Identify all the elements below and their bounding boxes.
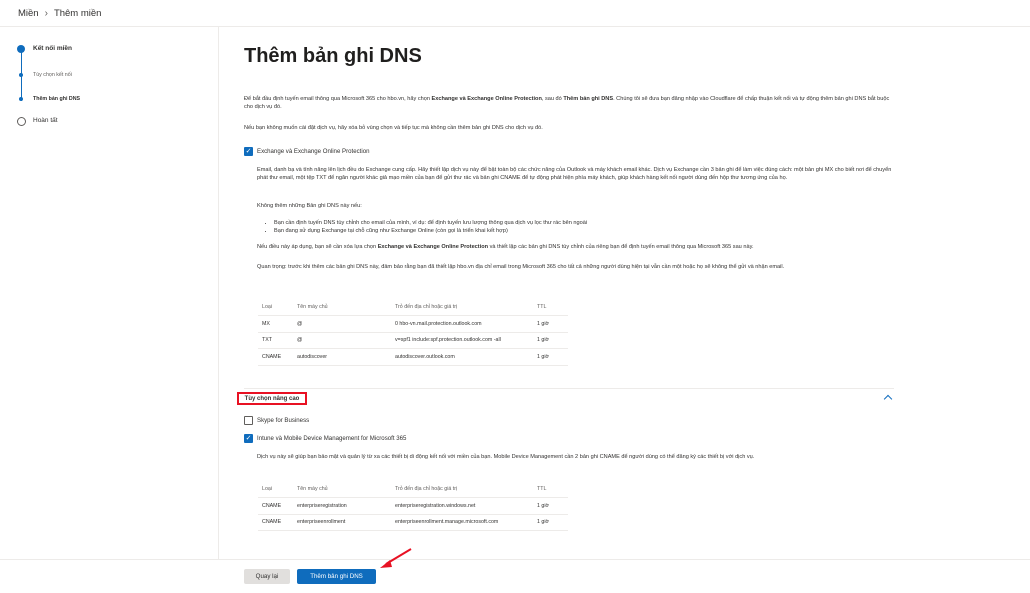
intune-description: Dịch vụ này sẽ giúp bạn bảo mật và quản … <box>257 454 755 460</box>
footer-bar: Quay lại Thêm bản ghi DNS <box>0 559 1030 593</box>
step-pending-icon <box>17 117 26 126</box>
step-complete-icon <box>17 45 25 53</box>
table-row: CNAME autodiscover autodiscover.outlook.… <box>258 348 568 366</box>
table-row: MX @ 0 hbo-vn.mail.protection.outlook.co… <box>258 315 568 333</box>
breadcrumb: Miền › Thêm miền <box>0 0 1030 27</box>
breadcrumb-current: Thêm miền <box>53 7 102 19</box>
step-current-icon <box>19 97 23 101</box>
table-row: TXT @ v=spf1 include:spf.protection.outl… <box>258 332 568 349</box>
table-row: CNAME enterpriseregistration enterpriser… <box>258 497 568 515</box>
main-content: Thêm bản ghi DNS Để bắt đầu định tuyến e… <box>237 27 904 559</box>
table-cell: autodiscover.outlook.com <box>391 348 533 366</box>
exchange-checkbox[interactable]: ✓ <box>244 147 253 156</box>
table-cell: v=spf1 include:spf.protection.outlook.co… <box>391 332 533 349</box>
step-add-dns-records: Thêm bản ghi DNS <box>33 96 81 102</box>
back-button[interactable]: Quay lại <box>244 569 290 584</box>
intro-skip-paragraph: Nếu bạn không muốn cài đặt dịch vụ, hãy … <box>244 125 543 131</box>
column-header: Trỏ đến địa chỉ hoặc giá trị <box>391 481 533 498</box>
table-cell: enterpriseregistration <box>293 497 391 515</box>
table-cell: 1 giờ <box>533 315 568 333</box>
chevron-right-icon: › <box>44 7 48 19</box>
exchange-dns-table: Loại Tên máy chủ Trỏ đến địa chỉ hoặc gi… <box>258 299 568 366</box>
table-cell: enterpriseenrollment.manage.microsoft.co… <box>391 514 533 531</box>
add-dns-records-button[interactable]: Thêm bản ghi DNS <box>297 569 376 584</box>
step-finish: Hoàn tất <box>33 117 58 124</box>
list-item: Bạn đang sử dụng Exchange tại chỗ cũng n… <box>274 227 894 235</box>
intune-checkbox-label[interactable]: Intune và Mobile Device Management for M… <box>257 435 406 442</box>
column-header: Trỏ đến địa chỉ hoặc giá trị <box>391 299 533 316</box>
column-header: Loại <box>258 299 293 316</box>
table-cell: MX <box>258 315 293 333</box>
column-header: Tên máy chủ <box>293 481 391 498</box>
no-add-heading: Không thêm những Bản ghi DNS này nếu: <box>257 203 362 209</box>
page-title: Thêm bản ghi DNS <box>244 45 422 67</box>
column-header: TTL <box>533 299 568 316</box>
table-cell: CNAME <box>258 348 293 366</box>
table-cell: 0 hbo-vn.mail.protection.outlook.com <box>391 315 533 333</box>
table-cell: enterpriseenrollment <box>293 514 391 531</box>
breadcrumb-root-link[interactable]: Miền <box>18 8 39 19</box>
chevron-up-icon[interactable] <box>883 394 893 404</box>
important-paragraph: Quan trọng: trước khi thêm các bản ghi D… <box>257 264 785 270</box>
table-cell: @ <box>293 332 391 349</box>
table-cell: 1 giờ <box>533 332 568 349</box>
table-cell: enterpriseregistration.windows.net <box>391 497 533 515</box>
table-header-row: Loại Tên máy chủ Trỏ đến địa chỉ hoặc gi… <box>258 481 568 498</box>
column-header: TTL <box>533 481 568 498</box>
table-cell: autodiscover <box>293 348 391 366</box>
skype-checkbox[interactable] <box>244 416 253 425</box>
apply-paragraph: Nếu điều này áp dụng, bạn sẽ cần xóa lựa… <box>257 244 754 250</box>
table-row: CNAME enterpriseenrollment enterpriseenr… <box>258 514 568 531</box>
no-add-list: Bạn cần định tuyến DNS tùy chỉnh cho ema… <box>262 219 894 235</box>
section-divider <box>244 388 894 389</box>
intune-checkbox[interactable]: ✓ <box>244 434 253 443</box>
step-connection-options: Tùy chọn kết nối <box>33 72 72 78</box>
table-cell: 1 giờ <box>533 348 568 366</box>
step-substep-icon <box>19 73 23 77</box>
advanced-options-toggle[interactable]: Tùy chọn nâng cao <box>237 392 307 405</box>
table-header-row: Loại Tên máy chủ Trỏ đến địa chỉ hoặc gi… <box>258 299 568 316</box>
intro-paragraph: Để bắt đầu định tuyến email thông qua Mi… <box>244 96 890 111</box>
wizard-steps: Kết nối miền Tùy chọn kết nối Thêm bản g… <box>0 27 219 559</box>
skype-checkbox-label[interactable]: Skype for Business <box>257 417 309 424</box>
column-header: Loại <box>258 481 293 498</box>
list-item: Bạn cần định tuyến DNS tùy chỉnh cho ema… <box>274 219 894 227</box>
exchange-checkbox-label[interactable]: Exchange và Exchange Online Protection <box>257 148 369 155</box>
table-cell: TXT <box>258 332 293 349</box>
table-cell: CNAME <box>258 514 293 531</box>
step-connect-domain: Kết nối miền <box>33 45 73 52</box>
table-cell: 1 giờ <box>533 514 568 531</box>
annotation-arrow-icon <box>380 548 412 568</box>
table-cell: 1 giờ <box>533 497 568 515</box>
exchange-description: Email, danh bạ và tính năng lên lịch đều… <box>257 167 892 182</box>
table-cell: CNAME <box>258 497 293 515</box>
column-header: Tên máy chủ <box>293 299 391 316</box>
intune-dns-table: Loại Tên máy chủ Trỏ đến địa chỉ hoặc gi… <box>258 481 568 531</box>
table-cell: @ <box>293 315 391 333</box>
